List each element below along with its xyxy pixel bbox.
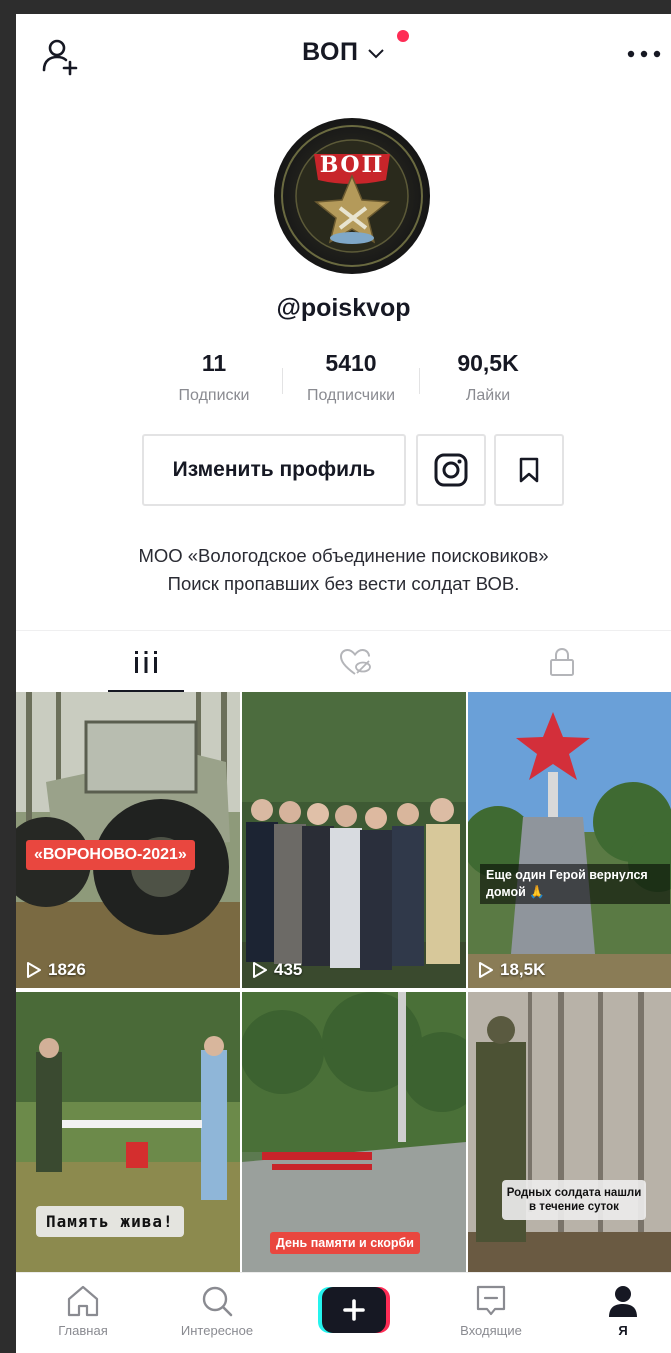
- video-thumbnail: [468, 992, 671, 1288]
- video-caption: Родных солдата нашли в течение суток: [502, 1180, 646, 1220]
- bottom-nav: Главная Интересное Входящие Я: [16, 1272, 671, 1353]
- favorites-button[interactable]: [494, 434, 564, 506]
- profile-tabs: [16, 630, 671, 693]
- view-count: 435: [252, 960, 302, 980]
- video-caption: Память жива!: [36, 1206, 184, 1237]
- video-tile[interactable]: Память жива!: [16, 992, 240, 1288]
- account-switcher[interactable]: ВОП: [16, 38, 671, 67]
- play-icon: [253, 962, 267, 978]
- stat-following-label: Подписки: [178, 387, 250, 404]
- home-icon: [67, 1285, 99, 1317]
- nav-home-label: Главная: [58, 1323, 108, 1338]
- video-caption: «ВОРОНОВО-2021»: [26, 840, 195, 870]
- tab-private[interactable]: [453, 631, 671, 693]
- play-icon: [479, 962, 493, 978]
- tab-liked[interactable]: [246, 631, 464, 693]
- profile-icon: [609, 1286, 637, 1317]
- stat-followers-label: Подписчики: [306, 387, 395, 404]
- bio-line: МОО «Вологодское объединение поисковиков…: [138, 545, 549, 566]
- nav-inbox-label: Входящие: [460, 1323, 522, 1338]
- stat-following-value: 11: [201, 350, 227, 376]
- video-thumbnail: [242, 692, 466, 988]
- profile-screen: ВОП ВОП @poiskvop 11 Подписки 5410 Подпи…: [16, 14, 671, 1353]
- video-caption: Еще один Герой вернулся домой 🙏: [480, 864, 670, 904]
- nav-discover[interactable]: Интересное: [162, 1281, 272, 1338]
- edit-profile-button[interactable]: Изменить профиль: [142, 434, 406, 506]
- username: @poiskvop: [276, 294, 411, 322]
- instagram-button[interactable]: [416, 434, 486, 506]
- avatar[interactable]: ВОП: [274, 118, 430, 274]
- avatar-emblem-icon: [281, 125, 423, 267]
- nav-home[interactable]: Главная: [28, 1281, 138, 1338]
- view-count-value: 18,5K: [500, 960, 546, 979]
- bookmark-icon: [519, 457, 539, 483]
- video-tile[interactable]: День памяти и скорби: [242, 992, 466, 1288]
- stat-following[interactable]: 11 Подписки: [146, 350, 282, 405]
- stat-followers-value: 5410: [325, 350, 377, 376]
- plus-icon: [318, 1287, 390, 1333]
- search-icon: [202, 1286, 233, 1317]
- inbox-icon: [476, 1285, 506, 1316]
- bio-line: Поиск пропавших без вести солдат ВОВ.: [167, 573, 520, 594]
- nav-inbox[interactable]: Входящие: [436, 1281, 546, 1338]
- header: ВОП: [16, 14, 671, 94]
- view-count: 1826: [26, 960, 86, 980]
- lock-icon: [550, 647, 574, 676]
- nav-discover-label: Интересное: [180, 1323, 254, 1338]
- profile-bio: МОО «Вологодское объединение поисковиков…: [16, 542, 671, 598]
- video-thumbnail: [16, 992, 240, 1288]
- tab-videos[interactable]: [37, 631, 255, 693]
- nav-me-label: Я: [618, 1323, 628, 1338]
- heart-hidden-icon: [339, 648, 371, 675]
- view-count: 18,5K: [478, 960, 545, 980]
- grid-icon: [135, 651, 157, 673]
- account-title: ВОП: [302, 38, 359, 66]
- avatar-logo-text: ВОП: [319, 152, 385, 178]
- stat-likes[interactable]: 90,5K Лайки: [420, 350, 556, 405]
- video-tile[interactable]: «ВОРОНОВО-2021» 1826: [16, 692, 240, 988]
- stat-likes-value: 90,5K: [457, 350, 519, 376]
- create-video-button[interactable]: [318, 1287, 390, 1333]
- video-grid: «ВОРОНОВО-2021» 1826 435 Еще один Герой …: [16, 692, 671, 1292]
- notification-dot: [397, 30, 409, 42]
- play-icon: [27, 962, 41, 978]
- video-tile[interactable]: Родных солдата нашли в течение суток: [468, 992, 671, 1288]
- nav-me[interactable]: Я: [568, 1281, 671, 1338]
- view-count-value: 1826: [48, 960, 86, 979]
- video-caption: День памяти и скорби: [270, 1232, 420, 1254]
- video-thumbnail: [468, 692, 671, 988]
- view-count-value: 435: [274, 960, 303, 979]
- video-tile[interactable]: 435: [242, 692, 466, 988]
- chevron-down-icon: [368, 48, 384, 58]
- video-tile[interactable]: Еще один Герой вернулся домой 🙏 18,5K: [468, 692, 671, 988]
- profile-stats: 11 Подписки 5410 Подписчики 90,5K Лайки: [146, 350, 556, 420]
- more-icon[interactable]: [625, 44, 663, 64]
- stat-likes-label: Лайки: [465, 387, 511, 404]
- stat-followers[interactable]: 5410 Подписчики: [283, 350, 419, 405]
- instagram-icon: [434, 453, 468, 487]
